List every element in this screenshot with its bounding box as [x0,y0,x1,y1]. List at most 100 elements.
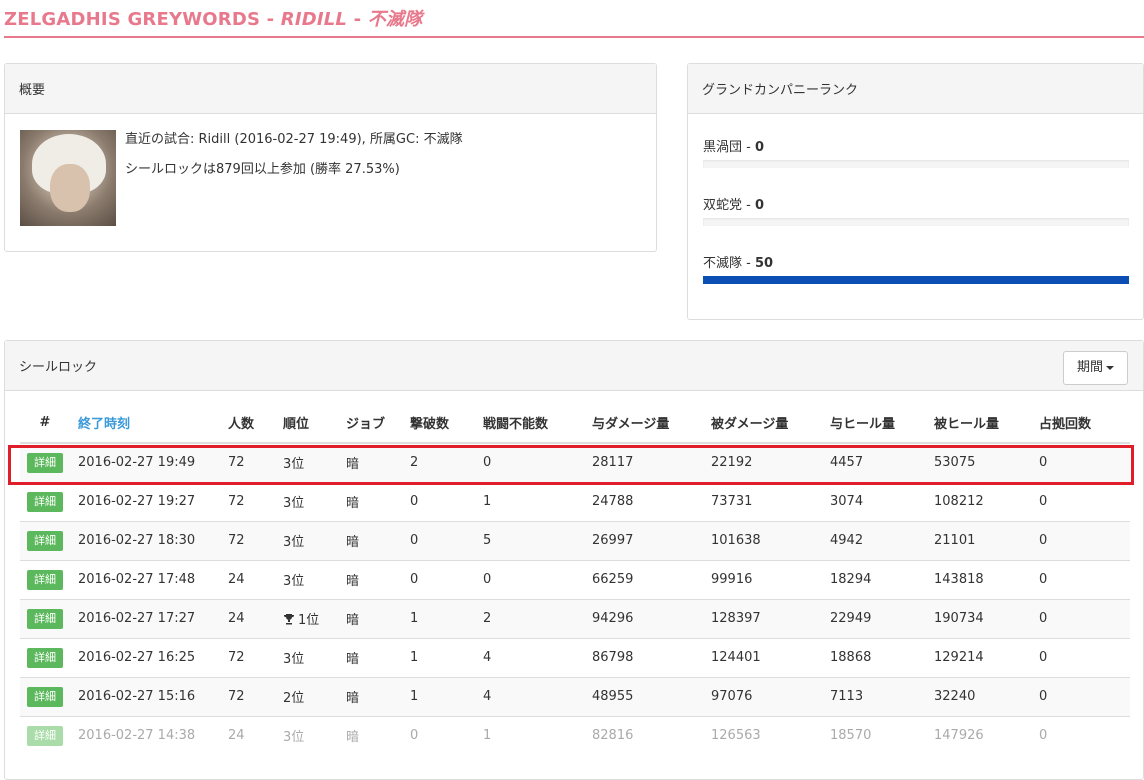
column-header[interactable]: 占拠回数 [1031,403,1130,444]
cell-captures: 0 [1031,676,1130,716]
detail-button[interactable]: 詳細 [27,725,63,746]
cell-heal-dealt: 22949 [822,598,926,638]
cell-rank: 3位 [275,442,338,482]
detail-button[interactable]: 詳細 [27,608,63,629]
heal-taken-value: 108212 [934,494,984,509]
column-header[interactable]: 人数 [220,403,275,444]
last-match-text: 直近の試合: Ridill (2016-02-27 19:49), 所属GC: … [125,132,463,147]
column-header[interactable]: ジョブ [338,403,402,444]
heal-dealt-value: 18570 [830,728,872,744]
captures-value: 0 [1039,650,1048,665]
page-title: ZELGADHIS GREYWORDS - RIDILL - 不滅隊 [4,5,422,31]
detail-button[interactable]: 詳細 [27,452,63,473]
rank-value: 2位 [283,691,305,706]
job-value: 暗 [346,457,360,473]
cell-players: 24 [220,598,275,638]
cell-damage-dealt: 28117 [584,442,703,482]
end-time-value: 2016-02-27 16:25 [78,650,196,665]
detail-cell: 詳細 [20,715,70,755]
heal-dealt-value: 22949 [830,611,872,626]
heal-taken-value: 129214 [934,650,984,665]
cell-damage-taken: 97076 [703,676,822,716]
heal-dealt-value: 18868 [830,650,872,665]
damage-taken-value: 101638 [711,533,761,548]
column-header[interactable]: 与ダメージ量 [584,403,703,444]
cell-damage-dealt: 82816 [584,715,703,755]
captures-value: 0 [1039,689,1048,704]
cell-heal-dealt: 7113 [822,676,926,716]
kills-value: 1 [410,611,419,626]
column-header[interactable]: 与ヒール量 [822,403,926,444]
table-row: 詳細 2016-02-27 19:27 72 3位 暗 0 1 24788 73731 3074 1… [20,481,1130,521]
column-header-sorted[interactable]: 終了時刻 [70,403,220,444]
table-row: 詳細 2016-02-27 16:25 72 3位 暗 1 4 86798 124401 1886… [20,637,1130,677]
cell-job: 暗 [338,598,402,638]
damage-taken-value: 99916 [711,572,753,587]
column-header[interactable]: 被ダメージ量 [703,403,822,444]
character-name: ZELGADHIS GREYWORDS [4,9,261,30]
heal-dealt-value: 7113 [830,689,864,704]
cell-heal-taken: 108212 [926,481,1031,521]
column-header[interactable]: 被ヒール量 [926,403,1031,444]
period-dropdown-button[interactable]: 期間 [1063,351,1128,385]
cell-heal-taken: 53075 [926,442,1031,482]
cell-end-time: 2016-02-27 17:48 [70,559,220,599]
deaths-value: 4 [483,689,492,704]
detail-button[interactable]: 詳細 [27,530,63,551]
job-value: 暗 [346,691,360,706]
table-row: 詳細 2016-02-27 15:16 72 2位 暗 1 4 48955 97076 7113 3… [20,676,1130,716]
rank-value: 3位 [283,652,305,667]
cell-rank: 3位 [275,481,338,521]
cell-deaths: 5 [475,520,584,560]
damage-dealt-value: 26997 [592,533,634,548]
job-value: 暗 [346,652,360,667]
end-time-value: 2016-02-27 18:30 [78,533,196,548]
job-value: 暗 [346,574,360,589]
kills-value: 2 [410,455,419,471]
gc-item-maelstrom: 黒渦団 - 0 [703,136,1129,168]
cell-deaths: 1 [475,715,584,755]
captures-value: 0 [1039,494,1048,509]
cell-kills: 1 [402,637,475,677]
detail-cell: 詳細 [20,598,70,638]
results-table: # 終了時刻 人数 順位 ジョブ 撃破数 戦闘不能数 与ダメージ量 被ダメージ量… [20,403,1130,755]
cell-players: 72 [220,481,275,521]
cell-heal-dealt: 18868 [822,637,926,677]
cell-end-time: 2016-02-27 18:30 [70,520,220,560]
heal-dealt-value: 3074 [830,494,864,509]
cell-captures: 0 [1031,637,1130,677]
end-time-value: 2016-02-27 17:27 [78,611,196,626]
cell-job: 暗 [338,637,402,677]
column-header[interactable]: # [20,403,70,444]
cell-players: 24 [220,715,275,755]
heal-taken-value: 53075 [934,455,976,471]
gc-label: 黒渦団 - 0 [703,140,765,155]
damage-taken-value: 73731 [711,494,753,509]
players-value: 24 [228,572,245,587]
players-value: 72 [228,494,245,509]
cell-players: 24 [220,559,275,599]
rank-value: 3位 [283,496,305,511]
caret-down-icon [1106,365,1114,370]
sealrock-heading: シールロック [5,341,1143,391]
column-header[interactable]: 戦闘不能数 [475,403,584,444]
cell-rank: 2位 [275,676,338,716]
cell-damage-dealt: 26997 [584,520,703,560]
cell-kills: 1 [402,676,475,716]
cell-damage-taken: 73731 [703,481,822,521]
column-header[interactable]: 順位 [275,403,338,444]
cell-end-time: 2016-02-27 15:16 [70,676,220,716]
column-header[interactable]: 撃破数 [402,403,475,444]
detail-button[interactable]: 詳細 [27,569,63,590]
captures-value: 0 [1039,455,1048,471]
detail-button[interactable]: 詳細 [27,686,63,707]
cell-end-time: 2016-02-27 17:27 [70,598,220,638]
detail-button[interactable]: 詳細 [27,491,63,512]
cell-damage-dealt: 48955 [584,676,703,716]
deaths-value: 0 [483,455,492,471]
detail-button[interactable]: 詳細 [27,647,63,668]
heal-taken-value: 147926 [934,728,984,744]
deaths-value: 5 [483,533,492,548]
cell-deaths: 1 [475,481,584,521]
cell-damage-taken: 101638 [703,520,822,560]
